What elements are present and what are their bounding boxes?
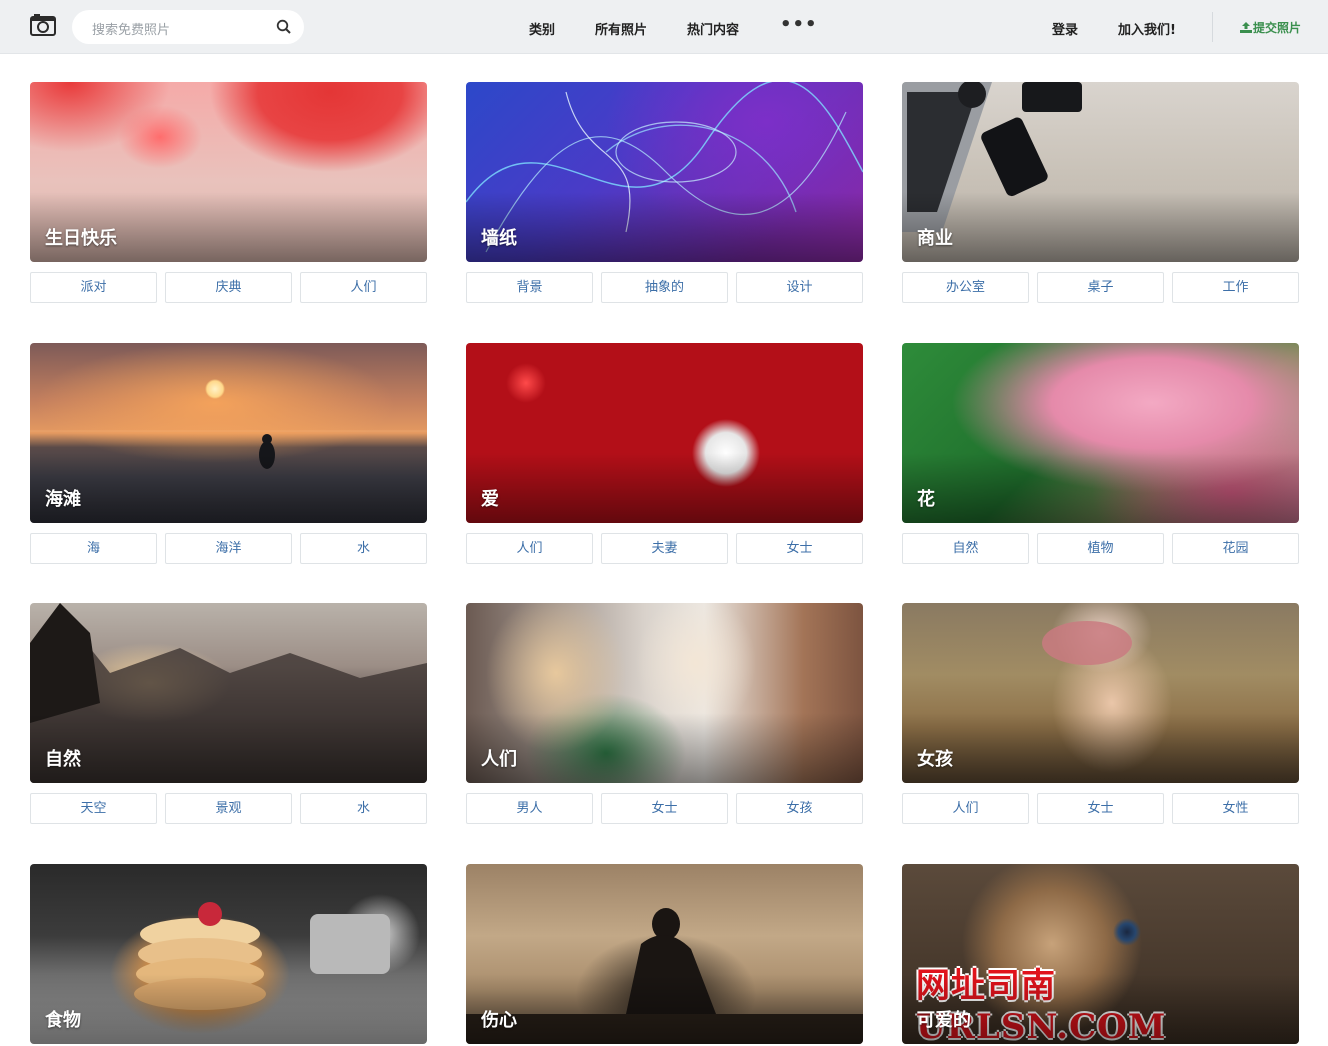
tag-button[interactable]: 天空 [30,793,157,824]
category-title: 爱 [481,489,499,510]
tag-button[interactable]: 植物 [1037,533,1164,564]
tag-button[interactable]: 女士 [1037,793,1164,824]
category-image[interactable]: 海滩 [30,343,427,523]
category-title: 商业 [917,228,953,249]
tag-button[interactable]: 人们 [466,533,593,564]
tag-button[interactable]: 人们 [902,793,1029,824]
join-us-link[interactable]: 加入我们! [1118,19,1176,38]
tag-list: 海 海洋 水 [30,533,427,564]
tag-button[interactable]: 工作 [1172,272,1299,303]
header-divider [1212,12,1213,42]
top-navigation-bar: 搜索免费照片 类别 所有照片 热门内容 ••• 登录 加入我们! 提交照片 [0,0,1328,54]
login-link[interactable]: 登录 [1052,19,1078,38]
tag-list: 天空 景观 水 [30,793,427,824]
category-title: 可爱的 [917,1010,971,1031]
tag-button[interactable]: 桌子 [1037,272,1164,303]
submit-photo-label: 提交照片 [1253,21,1302,35]
tag-button[interactable]: 女士 [601,793,728,824]
tag-list: 背景 抽象的 设计 [466,272,863,303]
category-title: 生日快乐 [45,228,117,249]
category-image[interactable]: 伤心 [466,864,863,1044]
category-title: 自然 [45,749,81,770]
tag-button[interactable]: 设计 [736,272,863,303]
more-menu-icon[interactable]: ••• [780,14,818,35]
category-image[interactable]: 墙纸 [466,82,863,262]
tag-button[interactable]: 海 [30,533,157,564]
category-image[interactable]: 网址司南 URLSN.COM 可爱的 [902,864,1299,1044]
category-card-business[interactable]: 商业 办公室 桌子 工作 [902,82,1299,303]
tag-button[interactable]: 自然 [902,533,1029,564]
tag-button[interactable]: 女孩 [736,793,863,824]
tag-list: 人们 夫妻 女士 [466,533,863,564]
category-title: 人们 [481,749,517,770]
tag-button[interactable]: 水 [300,533,427,564]
category-card-love[interactable]: 爱 人们 夫妻 女士 [466,343,863,564]
search-input[interactable]: 搜索免费照片 [92,19,170,38]
tag-list: 自然 植物 花园 [902,533,1299,564]
tag-button[interactable]: 抽象的 [601,272,728,303]
tag-list: 人们 女士 女性 [902,793,1299,824]
category-title: 海滩 [45,489,81,510]
tag-button[interactable]: 水 [300,793,427,824]
tag-button[interactable]: 办公室 [902,272,1029,303]
category-image[interactable]: 食物 [30,864,427,1044]
category-card-girl[interactable]: 女孩 人们 女士 女性 [902,603,1299,824]
upload-icon [1240,22,1252,33]
tag-list: 派对 庆典 人们 [30,272,427,303]
category-card-flower[interactable]: 花 自然 植物 花园 [902,343,1299,564]
category-card-nature[interactable]: 自然 天空 景观 水 [30,603,427,824]
tag-button[interactable]: 背景 [466,272,593,303]
tag-button[interactable]: 派对 [30,272,157,303]
category-image[interactable]: 爱 [466,343,863,523]
camera-logo-icon[interactable] [30,14,56,36]
tag-button[interactable]: 庆典 [165,272,292,303]
category-title: 伤心 [481,1010,517,1031]
category-title: 花 [917,489,935,510]
category-image[interactable]: 生日快乐 [30,82,427,262]
nav-categories[interactable]: 类别 [529,19,555,38]
category-image[interactable]: 商业 [902,82,1299,262]
category-card-cute[interactable]: 网址司南 URLSN.COM 可爱的 [902,864,1299,1044]
tag-button[interactable]: 夫妻 [601,533,728,564]
tag-list: 办公室 桌子 工作 [902,272,1299,303]
submit-photo-button[interactable]: 提交照片 [1240,19,1301,36]
tag-button[interactable]: 海洋 [165,533,292,564]
tag-button[interactable]: 人们 [300,272,427,303]
category-image[interactable]: 花 [902,343,1299,523]
tag-button[interactable]: 景观 [165,793,292,824]
tag-button[interactable]: 女士 [736,533,863,564]
search-icon[interactable] [276,19,292,35]
category-card-wallpaper[interactable]: 墙纸 背景 抽象的 设计 [466,82,863,303]
category-title: 女孩 [917,749,953,770]
category-title: 墙纸 [481,228,517,249]
category-image[interactable]: 女孩 [902,603,1299,783]
category-image[interactable]: 人们 [466,603,863,783]
category-card-people[interactable]: 人们 男人 女士 女孩 [466,603,863,824]
category-card-food[interactable]: 食物 [30,864,427,1044]
category-title: 食物 [45,1010,81,1031]
tag-button[interactable]: 男人 [466,793,593,824]
nav-all-photos[interactable]: 所有照片 [595,19,647,38]
category-card-birthday[interactable]: 生日快乐 派对 庆典 人们 [30,82,427,303]
tag-button[interactable]: 女性 [1172,793,1299,824]
tag-list: 男人 女士 女孩 [466,793,863,824]
search-box[interactable]: 搜索免费照片 [72,10,304,44]
category-card-beach[interactable]: 海滩 海 海洋 水 [30,343,427,564]
category-card-sad[interactable]: 伤心 [466,864,863,1044]
tag-button[interactable]: 花园 [1172,533,1299,564]
nav-hot-content[interactable]: 热门内容 [687,19,739,38]
category-image[interactable]: 自然 [30,603,427,783]
